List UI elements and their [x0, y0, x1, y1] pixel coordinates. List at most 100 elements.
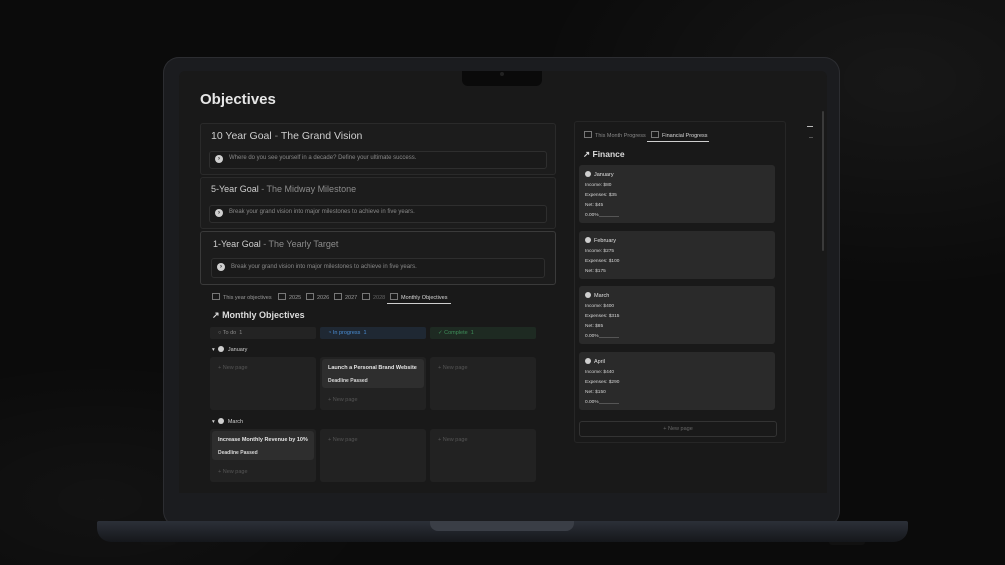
new-page-button[interactable]: + New page	[218, 365, 248, 371]
table-icon	[584, 131, 592, 138]
scrollbar[interactable]	[822, 111, 824, 251]
expenses-value: Expenses: $315	[585, 314, 620, 319]
progress-bar	[599, 216, 619, 217]
group-header-january[interactable]: ▾ January	[212, 346, 247, 353]
progress-bar	[599, 337, 619, 338]
app-screen: Objectives 10 Year Goal - The Grand Visi…	[179, 71, 827, 493]
expenses-value: Expenses: $100	[585, 259, 620, 264]
tab-2025[interactable]: 2025	[278, 293, 301, 301]
objective-card[interactable]: Increase Monthly Revenue by 10% Deadline…	[212, 431, 314, 460]
column-count: 1	[363, 330, 367, 336]
new-page-button[interactable]: + New page	[328, 437, 358, 443]
goal-card-5-year[interactable]: 5-Year Goal - The Midway Milestone › Bre…	[200, 177, 556, 229]
new-page-label: New page	[332, 437, 358, 443]
tab-2026[interactable]: 2026	[306, 293, 329, 301]
new-page-button[interactable]: + New page	[438, 437, 468, 443]
new-page-button[interactable]: + New page	[438, 365, 468, 371]
new-page-label: New page	[442, 365, 468, 371]
column-label: Complete	[444, 330, 468, 336]
column-count: 1	[239, 330, 243, 336]
arrow-circle-icon	[218, 418, 225, 424]
new-page-label: New page	[222, 469, 248, 475]
monthly-objectives-title[interactable]: ↗ Monthly Objectives	[212, 310, 305, 321]
column-header-complete[interactable]: ✓ Complete 1	[430, 327, 536, 339]
goal-title: 10 Year Goal - The Grand Vision	[211, 130, 362, 142]
tab-financial-progress[interactable]: Financial Progress	[651, 131, 708, 139]
finance-card-april[interactable]: April Income: $440 Expenses: $290 Net: $…	[579, 352, 775, 410]
expenses-value: Expenses: $35	[585, 193, 617, 198]
month-name: February	[594, 238, 617, 244]
tab-2028[interactable]: 2028	[362, 293, 385, 301]
goal-card-10-year[interactable]: 10 Year Goal - The Grand Vision › Where …	[200, 123, 556, 175]
goal-title-main: 10 Year Goal	[211, 130, 272, 142]
goal-title-sub: The Midway Milestone	[266, 184, 357, 194]
finance-card-february[interactable]: February Income: $275 Expenses: $100 Net…	[579, 231, 775, 279]
month-name: April	[594, 359, 606, 365]
net-value: Net: $175	[585, 269, 606, 274]
objective-card[interactable]: Launch a Personal Brand Website Deadline…	[322, 359, 424, 388]
table-icon	[278, 293, 286, 300]
tab-label: 2025	[289, 295, 302, 301]
column-header-in-progress[interactable]: ◔ In progress 1	[320, 327, 426, 339]
month-header: April	[585, 358, 605, 365]
tab-this-month-progress[interactable]: This Month Progress	[584, 131, 646, 139]
month-header: January	[585, 171, 614, 178]
goal-prompt[interactable]: › Where do you see yourself in a decade?…	[209, 151, 547, 169]
tab-this-year-objectives[interactable]: This year objectives	[212, 293, 272, 301]
income-value: Income: $275	[585, 249, 615, 254]
arrow-circle-icon	[585, 171, 591, 177]
new-page-button[interactable]: + New page	[579, 421, 777, 437]
camera-icon	[500, 72, 504, 76]
income-value: Income: $440	[585, 370, 615, 375]
column-label: In progress	[332, 330, 361, 336]
new-page-label: New page	[222, 365, 248, 371]
group-name: March	[227, 419, 244, 425]
group-header-march[interactable]: ▾ March	[212, 418, 243, 425]
tab-2027[interactable]: 2027	[334, 293, 357, 301]
tab-monthly-objectives[interactable]: Monthly Objectives	[390, 293, 447, 301]
goal-card-1-year[interactable]: 1-Year Goal - The Yearly Target › Break …	[200, 231, 556, 285]
income-value: Income: $400	[585, 304, 615, 309]
tab-label: Monthly Objectives	[401, 295, 448, 301]
new-page-button[interactable]: + New page	[218, 469, 248, 475]
goal-title-sep: -	[258, 184, 267, 194]
tab-label: 2028	[373, 295, 386, 301]
tab-label: 2027	[345, 295, 358, 301]
board-icon	[390, 293, 398, 300]
tab-label: This year objectives	[223, 295, 272, 301]
arrow-circle-icon	[218, 346, 225, 352]
progress-percent: 0.00%	[585, 334, 599, 339]
section-title-text: Monthly Objectives	[222, 310, 305, 320]
goal-prompt-text: Where do you see yourself in a decade? D…	[229, 155, 417, 161]
active-tab-indicator	[647, 141, 709, 142]
table-icon	[334, 293, 342, 300]
page-title: Objectives	[200, 91, 276, 108]
expenses-value: Expenses: $290	[585, 380, 620, 385]
goal-title-main: 1-Year Goal	[213, 239, 261, 249]
finance-title[interactable]: ↗ Finance	[583, 149, 625, 160]
net-value: Net: $150	[585, 390, 606, 395]
finance-card-march[interactable]: March Income: $400 Expenses: $315 Net: $…	[579, 286, 775, 344]
outline-marker[interactable]	[809, 137, 813, 138]
net-value: Net: $85	[585, 324, 604, 329]
table-icon	[362, 293, 370, 300]
goal-prompt[interactable]: › Break your grand vision into major mil…	[209, 205, 547, 223]
progress-bar	[599, 403, 619, 404]
column-header-to-do[interactable]: ○ To do 1	[210, 327, 316, 339]
finance-card-january[interactable]: January Income: $80 Expenses: $35 Net: $…	[579, 165, 775, 223]
month-header: February	[585, 237, 616, 244]
column-label: To do	[222, 330, 237, 336]
outline-marker[interactable]	[807, 126, 813, 127]
net-value: Net: $45	[585, 203, 604, 208]
column-count: 1	[470, 330, 474, 336]
goal-prompt[interactable]: › Break your grand vision into major mil…	[211, 258, 545, 278]
new-page-button[interactable]: + New page	[328, 397, 358, 403]
laptop-foot	[140, 542, 176, 545]
tab-label: Financial Progress	[662, 133, 708, 139]
new-page-label: New page	[667, 426, 693, 432]
group-name: January	[227, 347, 248, 353]
active-tab-indicator	[387, 303, 451, 304]
laptop-foot	[829, 542, 865, 545]
progress-percent: 0.00%	[585, 213, 599, 218]
goal-title-sub: The Grand Vision	[280, 130, 363, 142]
